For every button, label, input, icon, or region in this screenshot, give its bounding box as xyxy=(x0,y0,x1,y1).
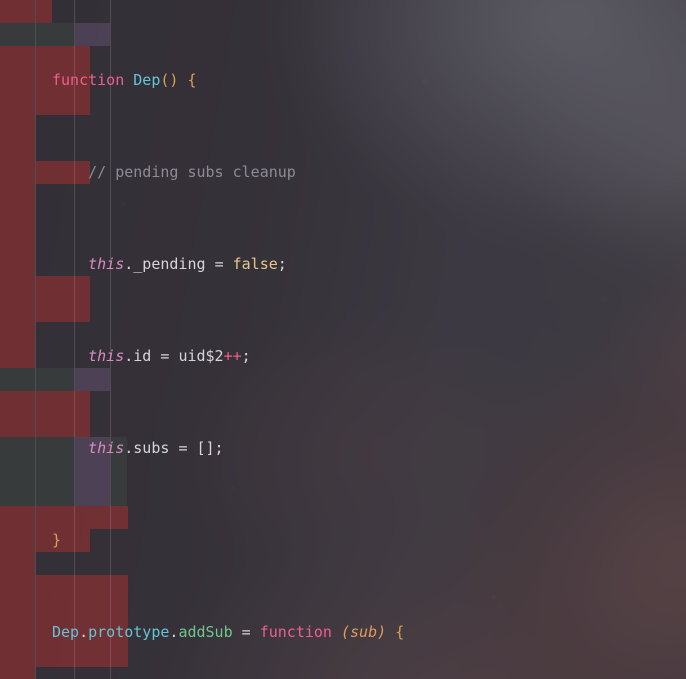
code-line[interactable]: this.id = uid$2++; xyxy=(0,345,686,368)
code-line[interactable]: Dep.prototype.addSub = function (sub) { xyxy=(0,621,686,644)
code-line[interactable]: } xyxy=(0,529,686,552)
code-line[interactable]: this._pending = false; xyxy=(0,253,686,276)
code-line[interactable]: // pending subs cleanup xyxy=(0,161,686,184)
code-editor-window: function Dep() { // pending subs cleanup… xyxy=(0,0,686,679)
code-content[interactable]: function Dep() { // pending subs cleanup… xyxy=(0,0,686,679)
code-line[interactable]: this.subs = []; xyxy=(0,437,686,460)
code-line[interactable]: function Dep() { xyxy=(0,69,686,92)
